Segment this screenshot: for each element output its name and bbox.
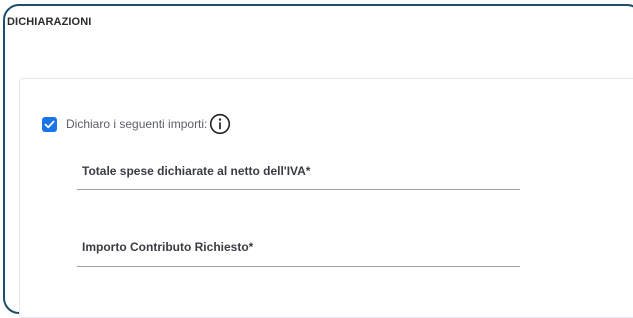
total-expenses-label: Totale spese dichiarate al netto dell'IV…	[82, 164, 311, 178]
requested-contribution-label: Importo Contributo Richiesto*	[82, 240, 254, 254]
declaration-row: Dichiaro i seguenti importi:	[42, 112, 231, 136]
declaration-checkbox[interactable]	[42, 116, 57, 132]
checkmark-icon	[44, 120, 55, 128]
total-expenses-field[interactable]: Totale spese dichiarate al netto dell'IV…	[77, 164, 520, 190]
info-icon[interactable]	[209, 113, 231, 135]
section-title: DICHIARAZIONI	[7, 16, 92, 28]
declaration-checkbox-label: Dichiaro i seguenti importi:	[66, 117, 208, 131]
requested-contribution-field[interactable]: Importo Contributo Richiesto*	[77, 240, 520, 267]
